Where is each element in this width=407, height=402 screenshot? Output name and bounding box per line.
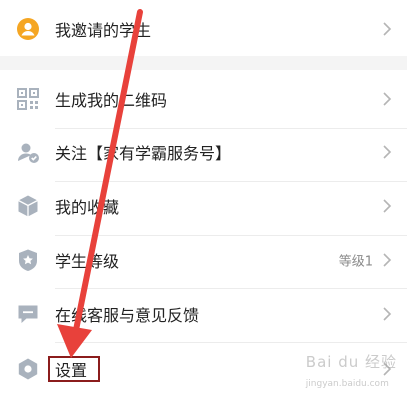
menu-item-label: 我的收藏 (55, 198, 120, 217)
menu-item-customer-service-feedback[interactable]: 在线客服与意见反馈 (0, 285, 407, 343)
menu-item-label: 在线客服与意见反馈 (55, 306, 200, 325)
chevron-right-icon (381, 253, 393, 267)
settings-highlight-box (48, 356, 100, 382)
chevron-right-icon (381, 92, 393, 106)
watermark-text: Bai du 经验 (305, 353, 397, 371)
menu-item-invited-students[interactable]: 我邀请的学生 (0, 0, 407, 58)
hexagon-settings-icon (16, 357, 40, 381)
person-check-icon (16, 140, 40, 164)
chat-icon (16, 302, 40, 326)
profile-menu-screen: 我邀请的学生 生成我的二维码 关注【家有学霸服务号】 我的收藏 学生等级 等级1… (0, 0, 407, 402)
menu-item-generate-qrcode[interactable]: 生成我的二维码 (0, 70, 407, 128)
menu-item-follow-service-account[interactable]: 关注【家有学霸服务号】 (0, 123, 407, 181)
section-gap (0, 56, 407, 70)
menu-item-student-level[interactable]: 学生等级 等级1 (0, 231, 407, 289)
watermark-subtext: jingyan.baidu.com (305, 379, 389, 389)
menu-item-label: 学生等级 (55, 252, 120, 271)
chevron-right-icon (381, 22, 393, 36)
qrcode-icon (16, 87, 40, 111)
menu-item-my-favorites[interactable]: 我的收藏 (0, 177, 407, 235)
chevron-right-icon (381, 307, 393, 321)
menu-item-label: 生成我的二维码 (55, 91, 168, 110)
watermark: Bai du 经验 jingyan.baidu.com (306, 351, 397, 390)
cube-icon (16, 194, 40, 218)
menu-item-label: 关注【家有学霸服务号】 (55, 144, 232, 163)
chevron-right-icon (381, 199, 393, 213)
menu-item-label: 我邀请的学生 (55, 21, 152, 40)
chevron-right-icon (381, 145, 393, 159)
shield-star-icon (16, 248, 40, 272)
student-level-value: 等级1 (338, 254, 373, 270)
person-icon (16, 17, 40, 41)
